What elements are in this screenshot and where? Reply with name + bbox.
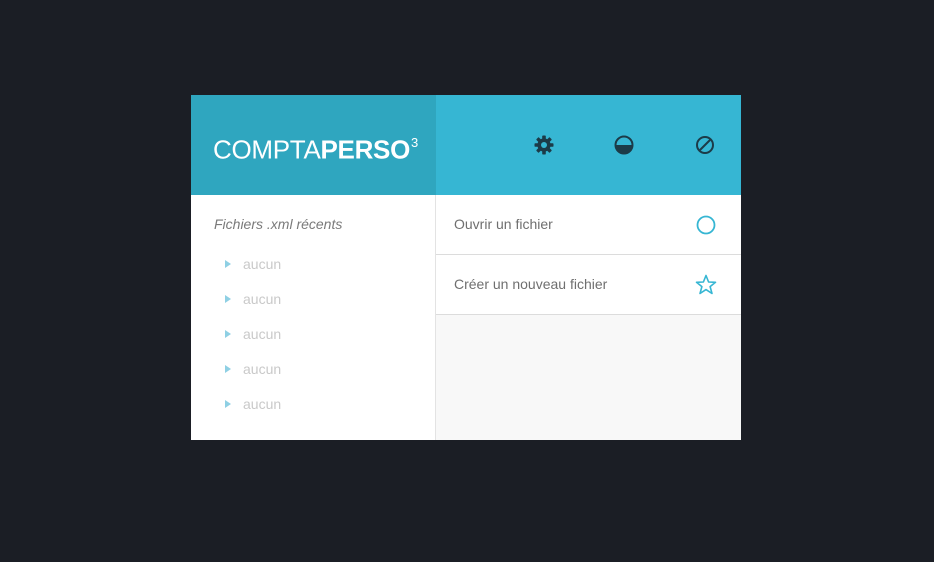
app-window: COMPTAPERSO3 Fichiers .xml récents aucun… [191, 95, 741, 440]
gear-icon[interactable] [532, 133, 556, 157]
logo-block: COMPTAPERSO3 [191, 95, 436, 195]
triangle-right-icon [225, 330, 231, 338]
circle-icon [695, 214, 717, 236]
recent-file-item[interactable]: aucun [225, 360, 281, 395]
recent-file-item[interactable]: aucun [225, 290, 281, 325]
recent-file-label: aucun [243, 396, 282, 412]
logo-text-light: COMPTA [213, 134, 321, 165]
recent-files-title: Fichiers .xml récents [214, 216, 343, 232]
triangle-right-icon [225, 365, 231, 373]
recent-files-panel: Fichiers .xml récents aucun aucun aucun … [191, 195, 436, 440]
recent-file-label: aucun [243, 291, 282, 307]
recent-files-list: aucun aucun aucun aucun aucun [225, 255, 281, 430]
recent-file-item[interactable]: aucun [225, 395, 281, 430]
new-file-button[interactable]: Créer un nouveau fichier [436, 255, 741, 315]
recent-file-item[interactable]: aucun [225, 255, 281, 290]
actions-panel: Ouvrir un fichier Créer un nouveau fichi… [436, 195, 741, 440]
header-bar: COMPTAPERSO3 [191, 95, 741, 195]
logo-version: 3 [411, 135, 418, 150]
triangle-right-icon [225, 295, 231, 303]
open-file-label: Ouvrir un fichier [454, 216, 553, 232]
slash-circle-icon[interactable] [693, 133, 717, 157]
recent-file-label: aucun [243, 326, 282, 342]
logo-text-bold: PERSO [320, 134, 411, 165]
new-file-label: Créer un nouveau fichier [454, 276, 608, 292]
recent-file-item[interactable]: aucun [225, 325, 281, 360]
recent-file-label: aucun [243, 361, 282, 377]
triangle-right-icon [225, 260, 231, 268]
star-icon [695, 274, 717, 296]
half-circle-icon[interactable] [612, 133, 636, 157]
open-file-button[interactable]: Ouvrir un fichier [436, 195, 741, 255]
triangle-right-icon [225, 400, 231, 408]
recent-file-label: aucun [243, 256, 282, 272]
app-logo: COMPTAPERSO3 [213, 130, 418, 165]
